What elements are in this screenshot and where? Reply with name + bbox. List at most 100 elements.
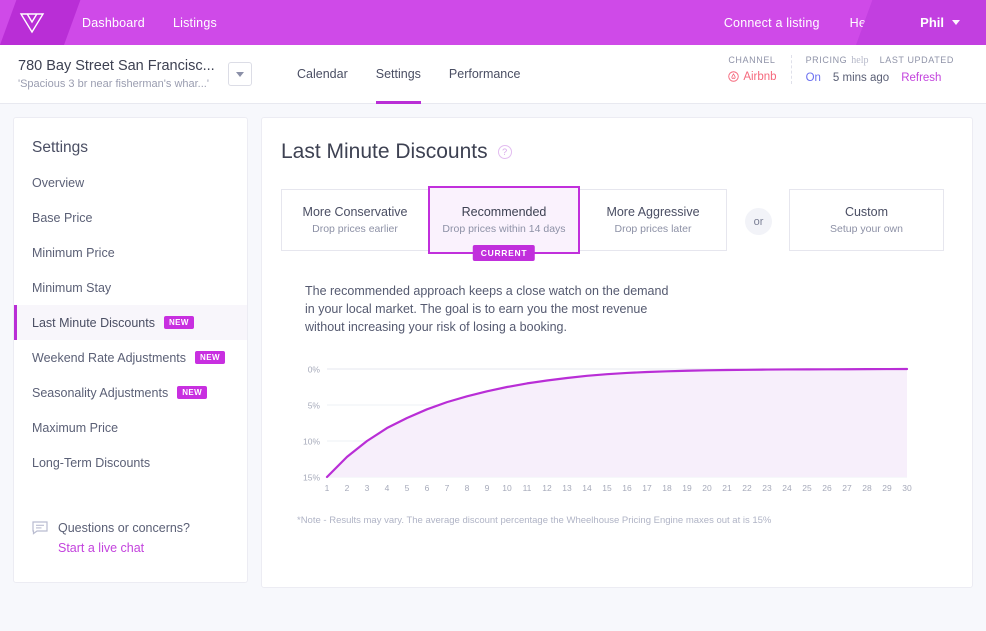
pricing-status-value[interactable]: On [806,72,821,84]
sidebar-item-base-price[interactable]: Base Price [14,200,247,235]
x-axis-tick-label: 4 [385,483,390,493]
channel-value-row: Airbnb [728,71,776,83]
pricing-label-text: PRICING [806,55,848,65]
main-title-row: Last Minute Discounts ? [279,140,946,164]
user-menu[interactable]: Phil [906,0,986,45]
channel-value-label: Airbnb [743,71,776,83]
sidebar-item-overview[interactable]: Overview [14,165,247,200]
option-title: More Aggressive [606,205,699,219]
sidebar-heading: Settings [14,118,247,165]
option-subtitle: Drop prices later [614,223,691,235]
option-title: Custom [845,205,888,219]
chart-area-fill [327,369,907,477]
x-axis-tick-label: 24 [782,483,792,493]
x-axis-tick-label: 2 [345,483,350,493]
x-axis-tick-label: 7 [445,483,450,493]
sidebar-item-minimum-stay[interactable]: Minimum Stay [14,270,247,305]
listing-description: 'Spacious 3 br near fisherman's whar...' [18,78,218,90]
x-axis-tick-label: 25 [802,483,812,493]
x-axis-tick-label: 17 [642,483,652,493]
x-axis-tick-label: 14 [582,483,592,493]
nav-link-listings[interactable]: Listings [173,16,217,30]
listing-subheader: 780 Bay Street San Francisc... 'Spacious… [0,45,986,104]
chevron-down-icon [952,20,960,25]
channel-value: Airbnb [728,71,776,83]
page-title: Last Minute Discounts [281,140,488,164]
refresh-button[interactable]: Refresh [901,72,941,84]
x-axis-tick-label: 15 [602,483,612,493]
main-panel: Last Minute Discounts ? More Conservativ… [261,117,973,588]
sidebar-item-label: Seasonality Adjustments [32,386,168,400]
y-axis-tick-label: 15% [303,473,320,483]
meta-pricing-updated: PRICINGhelp LAST UPDATED On 5 mins ago R… [791,55,968,84]
last-updated-label: LAST UPDATED [880,55,954,65]
tab-performance-label: Performance [449,67,521,81]
discount-strategy-options: More Conservative Drop prices earlier Re… [279,189,946,254]
listing-selector-dropdown[interactable] [228,62,252,86]
section-tabs: Calendar Settings Performance [297,45,520,104]
nav-link-dashboard[interactable]: Dashboard [82,16,145,30]
listing-meta: CHANNEL Airbnb PRICINGhelp LAST UPDATED … [714,45,968,104]
settings-sidebar: Settings Overview Base Price Minimum Pri… [13,117,248,583]
primary-nav-links: Dashboard Listings [82,16,217,30]
pricing-updated-values: On 5 mins ago Refresh [806,72,954,84]
help-circle-icon[interactable]: ? [498,145,512,159]
top-navigation-bar: Dashboard Listings Connect a listing Hel… [0,0,986,45]
airbnb-icon [728,71,739,82]
page-body: Settings Overview Base Price Minimum Pri… [0,104,986,588]
strategy-description: The recommended approach keeps a close w… [279,282,679,336]
x-axis-tick-label: 9 [485,483,490,493]
x-axis-tick-label: 26 [822,483,832,493]
option-title: Recommended [462,205,547,219]
option-custom[interactable]: Custom Setup your own [789,189,944,251]
meta-channel: CHANNEL Airbnb [714,55,790,83]
tab-settings[interactable]: Settings [376,45,421,104]
x-axis-tick-label: 21 [722,483,732,493]
secondary-nav-links: Connect a listing Help Phil [724,0,986,45]
y-axis-tick-label: 0% [308,365,321,375]
tab-calendar[interactable]: Calendar [297,45,348,104]
sidebar-item-seasonality-adjustments[interactable]: Seasonality Adjustments NEW [14,375,247,410]
tab-calendar-label: Calendar [297,67,348,81]
x-axis-tick-label: 23 [762,483,772,493]
user-name-label: Phil [920,15,944,30]
x-axis-tick-label: 20 [702,483,712,493]
listing-info: 780 Bay Street San Francisc... 'Spacious… [18,58,218,90]
option-subtitle: Drop prices earlier [312,223,398,235]
preset-options-group: More Conservative Drop prices earlier Re… [281,189,727,254]
help-question: Questions or concerns? [58,518,190,538]
sidebar-item-minimum-price[interactable]: Minimum Price [14,235,247,270]
option-more-aggressive[interactable]: More Aggressive Drop prices later [579,189,727,251]
sidebar-item-maximum-price[interactable]: Maximum Price [14,410,247,445]
sidebar-item-label: Long-Term Discounts [32,456,150,470]
x-axis-tick-label: 18 [662,483,672,493]
sidebar-help-section: Questions or concerns? Start a live chat [14,480,247,558]
last-updated-value: 5 mins ago [833,72,889,84]
y-axis-tick-label: 5% [308,401,321,411]
current-badge: CURRENT [473,245,535,261]
start-live-chat-link[interactable]: Start a live chat [58,538,190,558]
chart-footnote: *Note - Results may vary. The average di… [279,515,946,526]
sidebar-item-label: Overview [32,176,84,190]
x-axis-tick-label: 28 [862,483,872,493]
option-subtitle: Drop prices within 14 days [442,223,565,235]
option-more-conservative[interactable]: More Conservative Drop prices earlier [281,189,429,251]
sidebar-item-label: Base Price [32,211,92,225]
x-axis-tick-label: 16 [622,483,632,493]
x-axis-tick-label: 1 [325,483,330,493]
sidebar-item-weekend-rate-adjustments[interactable]: Weekend Rate Adjustments NEW [14,340,247,375]
new-badge: NEW [164,316,194,330]
tab-performance[interactable]: Performance [449,45,521,104]
channel-label: CHANNEL [728,55,776,65]
sidebar-item-last-minute-discounts[interactable]: Last Minute Discounts NEW [14,305,247,340]
y-axis-tick-label: 10% [303,437,320,447]
chevron-down-icon [236,72,244,77]
x-axis-tick-label: 29 [882,483,892,493]
option-recommended[interactable]: Recommended Drop prices within 14 days C… [428,186,580,254]
pricing-help-link[interactable]: help [851,55,868,66]
wheelhouse-logo[interactable] [0,12,64,34]
nav-link-connect-a-listing[interactable]: Connect a listing [724,16,820,30]
sidebar-item-long-term-discounts[interactable]: Long-Term Discounts [14,445,247,480]
sidebar-item-label: Last Minute Discounts [32,316,155,330]
x-axis-tick-label: 30 [902,483,912,493]
